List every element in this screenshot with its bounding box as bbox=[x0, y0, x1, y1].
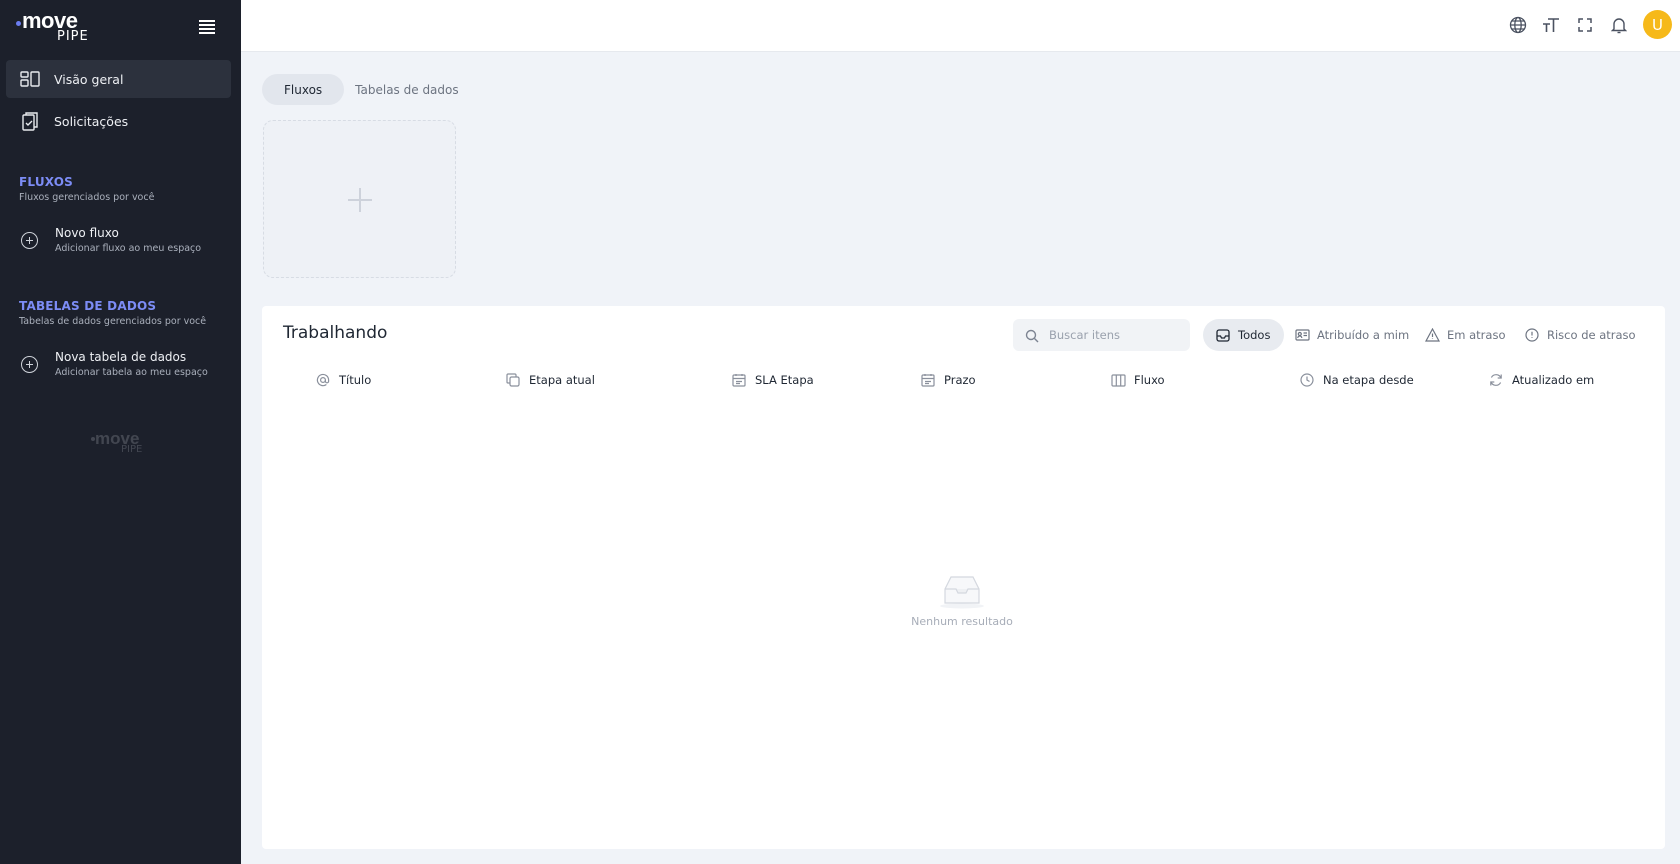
column-label: Fluxo bbox=[1134, 373, 1165, 387]
search-box[interactable] bbox=[1013, 319, 1190, 351]
tab-tabelas-de-dados[interactable]: Tabelas de dados bbox=[344, 74, 469, 105]
column-header-atualizado-em[interactable]: Atualizado em bbox=[1488, 371, 1594, 389]
column-label: Título bbox=[339, 373, 372, 387]
fullscreen-icon[interactable] bbox=[1574, 14, 1596, 36]
column-label: SLA Etapa bbox=[755, 373, 814, 387]
panel-title: Trabalhando bbox=[283, 323, 388, 343]
working-panel: Trabalhando Todos Atribuído a mim bbox=[262, 306, 1665, 849]
tab-fluxos[interactable]: Fluxos bbox=[262, 74, 345, 105]
empty-state-text: Nenhum resultado bbox=[911, 615, 1013, 628]
column-header-fluxo[interactable]: Fluxo bbox=[1110, 371, 1165, 389]
column-header-prazo[interactable]: Prazo bbox=[920, 371, 976, 389]
empty-state: Nenhum resultado bbox=[862, 573, 1062, 628]
bell-icon[interactable] bbox=[1608, 14, 1630, 36]
search-icon bbox=[1025, 328, 1039, 347]
column-label: Prazo bbox=[944, 373, 976, 387]
at-icon bbox=[315, 372, 331, 388]
filter-todos[interactable]: Todos bbox=[1203, 319, 1285, 351]
new-flow-label: Novo fluxo bbox=[55, 226, 119, 240]
filter-label: Risco de atraso bbox=[1547, 328, 1636, 342]
new-flow-button[interactable]: Novo fluxo Adicionar fluxo ao meu espaço bbox=[19, 226, 234, 260]
sidebar-item-label: Solicitações bbox=[54, 113, 129, 129]
plus-circle-icon bbox=[21, 232, 38, 249]
logo-dot bbox=[16, 21, 21, 26]
empty-inbox-icon bbox=[937, 573, 987, 609]
clock-icon bbox=[1299, 372, 1315, 388]
faded-logo-watermark: move PIPE bbox=[91, 429, 151, 457]
sidebar-item-solicitacoes[interactable]: Solicitações bbox=[6, 102, 231, 140]
filter-atribuido-a-mim[interactable]: Atribuído a mim bbox=[1294, 319, 1409, 351]
id-card-icon bbox=[1294, 327, 1310, 343]
section-title-fluxos: FLUXOS bbox=[19, 175, 74, 189]
filter-label: Todos bbox=[1238, 328, 1271, 342]
column-header-na-etapa-desde[interactable]: Na etapa desde bbox=[1299, 371, 1414, 389]
column-label: Atualizado em bbox=[1512, 373, 1595, 387]
search-input[interactable] bbox=[1049, 319, 1184, 351]
menu-toggle-icon[interactable] bbox=[199, 20, 215, 34]
refresh-icon bbox=[1488, 372, 1504, 388]
filter-em-atraso[interactable]: Em atraso bbox=[1424, 319, 1505, 351]
dashboard-icon bbox=[20, 69, 40, 89]
warning-icon bbox=[1424, 327, 1440, 343]
filter-risco-de-atraso[interactable]: Risco de atraso bbox=[1524, 319, 1636, 351]
new-data-table-label: Nova tabela de dados bbox=[55, 350, 187, 364]
copy-icon bbox=[505, 372, 521, 388]
brand-logo[interactable]: move PIPE bbox=[16, 8, 96, 45]
sidebar-item-label: Visão geral bbox=[54, 71, 124, 87]
text-size-icon[interactable] bbox=[1540, 14, 1562, 36]
calendar-icon bbox=[920, 372, 936, 388]
column-label: Etapa atual bbox=[529, 373, 595, 387]
logo-text-pipe: PIPE bbox=[57, 29, 89, 44]
sidebar-item-visao-geral[interactable]: Visão geral bbox=[6, 60, 231, 98]
add-flow-card[interactable] bbox=[263, 120, 456, 278]
column-header-titulo[interactable]: Título bbox=[315, 371, 371, 389]
new-data-table-button[interactable]: Nova tabela de dados Adicionar tabela ao… bbox=[19, 350, 234, 384]
globe-icon[interactable] bbox=[1507, 14, 1529, 36]
user-avatar[interactable]: U bbox=[1643, 10, 1672, 39]
inbox-icon bbox=[1215, 327, 1231, 343]
new-data-table-description: Adicionar tabela ao meu espaço bbox=[55, 367, 208, 378]
clipboard-icon bbox=[20, 111, 40, 131]
filter-label: Em atraso bbox=[1447, 328, 1506, 342]
filter-label: Atribuído a mim bbox=[1317, 328, 1410, 342]
column-header-etapa-atual[interactable]: Etapa atual bbox=[505, 371, 595, 389]
alert-circle-icon bbox=[1524, 327, 1540, 343]
columns-icon bbox=[1110, 372, 1126, 388]
section-subtitle-fluxos: Fluxos gerenciados por você bbox=[19, 192, 155, 203]
column-header-sla-etapa[interactable]: SLA Etapa bbox=[731, 371, 814, 389]
plus-circle-icon bbox=[21, 356, 38, 373]
content-tabs: Fluxos Tabelas de dados bbox=[262, 74, 470, 105]
section-title-tabelas: TABELAS DE DADOS bbox=[19, 299, 157, 313]
column-label: Na etapa desde bbox=[1323, 373, 1414, 387]
top-bar bbox=[241, 0, 1680, 52]
section-subtitle-tabelas: Tabelas de dados gerenciados por você bbox=[19, 316, 207, 327]
new-flow-description: Adicionar fluxo ao meu espaço bbox=[55, 243, 202, 254]
calendar-icon bbox=[731, 372, 747, 388]
sidebar: move PIPE Visão geral Solicitações FLUXO… bbox=[0, 0, 241, 864]
